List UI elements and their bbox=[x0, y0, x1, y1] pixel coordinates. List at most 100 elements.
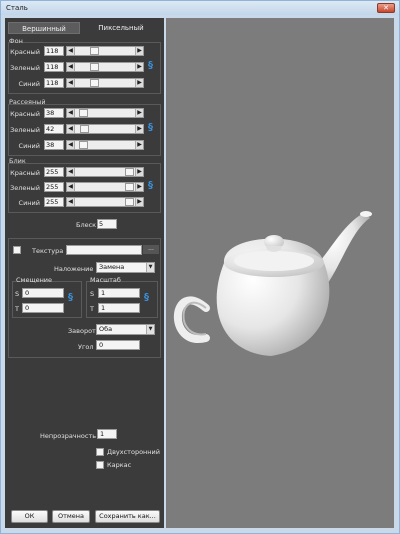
specular-green-value[interactable]: 255 bbox=[44, 182, 64, 192]
diffuse-blue-label: Синий bbox=[18, 142, 40, 150]
two-sided-checkbox[interactable] bbox=[96, 448, 104, 456]
preview-viewport[interactable] bbox=[166, 18, 394, 528]
arrow-left-icon[interactable]: ◀ bbox=[67, 141, 75, 149]
texture-path-input[interactable] bbox=[66, 245, 142, 255]
angle-input[interactable]: 0 bbox=[96, 340, 140, 350]
offset-t-input[interactable]: 0 bbox=[22, 303, 64, 313]
slider-thumb[interactable] bbox=[79, 109, 88, 117]
opacity-input[interactable]: 1 bbox=[97, 429, 117, 439]
background-red-slider[interactable]: ◀ ▶ bbox=[66, 46, 144, 56]
scale-t-input[interactable]: 1 bbox=[98, 303, 140, 313]
background-green-label: Зеленый bbox=[10, 64, 40, 72]
wrap-value: Оба bbox=[99, 325, 113, 333]
arrow-right-icon[interactable]: ▶ bbox=[135, 63, 143, 71]
diffuse-red-slider[interactable]: ◀ ▶ bbox=[66, 108, 144, 118]
overlay-select[interactable]: Замена ▼ bbox=[96, 262, 155, 273]
title-bar[interactable]: Сталь ✕ bbox=[1, 1, 399, 15]
overlay-value: Замена bbox=[99, 263, 125, 271]
wrap-select[interactable]: Оба ▼ bbox=[96, 324, 155, 335]
wireframe-label: Каркас bbox=[107, 461, 132, 469]
teapot-preview bbox=[173, 211, 372, 356]
chevron-down-icon[interactable]: ▼ bbox=[146, 325, 154, 334]
specular-red-slider[interactable]: ◀ ▶ bbox=[66, 167, 144, 177]
arrow-right-icon[interactable]: ▶ bbox=[135, 141, 143, 149]
background-green-slider[interactable]: ◀ ▶ bbox=[66, 62, 144, 72]
link-channels-icon[interactable]: § bbox=[148, 180, 153, 191]
save-as-button[interactable]: Сохранить как... bbox=[95, 510, 160, 523]
specular-red-label: Красный bbox=[10, 169, 40, 177]
shininess-value[interactable]: 5 bbox=[97, 219, 117, 229]
offset-s-label: S bbox=[15, 290, 20, 298]
arrow-left-icon[interactable]: ◀ bbox=[67, 47, 75, 55]
diffuse-blue-slider[interactable]: ◀ ▶ bbox=[66, 140, 144, 150]
arrow-right-icon[interactable]: ▶ bbox=[135, 183, 143, 191]
arrow-right-icon[interactable]: ▶ bbox=[135, 125, 143, 133]
link-scale-icon[interactable]: § bbox=[144, 292, 149, 303]
arrow-right-icon[interactable]: ▶ bbox=[135, 198, 143, 206]
scale-s-label: S bbox=[90, 290, 95, 298]
background-green-value[interactable]: 118 bbox=[44, 62, 64, 72]
cancel-button[interactable]: Отмена bbox=[52, 510, 90, 523]
shader-tabs: Вершинный Пиксельный bbox=[8, 22, 160, 34]
slider-thumb[interactable] bbox=[90, 79, 99, 87]
slider-thumb[interactable] bbox=[90, 47, 99, 55]
diffuse-red-value[interactable]: 38 bbox=[44, 108, 64, 118]
background-blue-value[interactable]: 118 bbox=[44, 78, 64, 88]
two-sided-label: Двухсторонний bbox=[107, 448, 160, 456]
link-channels-icon[interactable]: § bbox=[148, 60, 153, 71]
wrap-label: Заворот bbox=[68, 327, 96, 335]
tab-pixel[interactable]: Пиксельный bbox=[82, 22, 160, 34]
diffuse-blue-value[interactable]: 38 bbox=[44, 140, 64, 150]
slider-thumb[interactable] bbox=[125, 183, 134, 191]
slider-thumb[interactable] bbox=[80, 125, 89, 133]
offset-title: Смещение bbox=[16, 276, 53, 284]
scale-s-input[interactable]: 1 bbox=[98, 288, 140, 298]
background-blue-label: Синий bbox=[18, 80, 40, 88]
arrow-left-icon[interactable]: ◀ bbox=[67, 168, 75, 176]
background-red-label: Красный bbox=[10, 48, 40, 56]
slider-thumb[interactable] bbox=[125, 168, 134, 176]
link-offset-icon[interactable]: § bbox=[68, 292, 73, 303]
close-icon: ✕ bbox=[383, 4, 389, 12]
specular-green-slider[interactable]: ◀ ▶ bbox=[66, 182, 144, 192]
arrow-left-icon[interactable]: ◀ bbox=[67, 183, 75, 191]
specular-green-label: Зеленый bbox=[10, 184, 40, 192]
diffuse-green-value[interactable]: 42 bbox=[44, 124, 64, 134]
arrow-right-icon[interactable]: ▶ bbox=[135, 109, 143, 117]
slider-thumb[interactable] bbox=[125, 198, 134, 206]
arrow-left-icon[interactable]: ◀ bbox=[67, 109, 75, 117]
arrow-left-icon[interactable]: ◀ bbox=[67, 79, 75, 87]
offset-s-input[interactable]: 0 bbox=[22, 288, 64, 298]
shininess-label: Блеск bbox=[76, 221, 97, 229]
window-title: Сталь bbox=[6, 4, 28, 12]
arrow-left-icon[interactable]: ◀ bbox=[67, 125, 75, 133]
specular-blue-slider[interactable]: ◀ ▶ bbox=[66, 197, 144, 207]
specular-red-value[interactable]: 255 bbox=[44, 167, 64, 177]
arrow-left-icon[interactable]: ◀ bbox=[67, 198, 75, 206]
scale-t-label: T bbox=[90, 305, 94, 313]
wireframe-checkbox[interactable] bbox=[96, 461, 104, 469]
texture-checkbox[interactable] bbox=[13, 246, 21, 254]
background-blue-slider[interactable]: ◀ ▶ bbox=[66, 78, 144, 88]
opacity-label: Непрозрачность bbox=[40, 432, 97, 440]
background-red-value[interactable]: 118 bbox=[44, 46, 64, 56]
diffuse-green-slider[interactable]: ◀ ▶ bbox=[66, 124, 144, 134]
arrow-right-icon[interactable]: ▶ bbox=[135, 79, 143, 87]
texture-browse-button[interactable]: ... bbox=[143, 245, 159, 254]
ok-button[interactable]: ОК bbox=[11, 510, 48, 523]
close-button[interactable]: ✕ bbox=[377, 3, 395, 13]
slider-thumb[interactable] bbox=[79, 141, 88, 149]
arrow-left-icon[interactable]: ◀ bbox=[67, 63, 75, 71]
angle-label: Угол bbox=[78, 343, 94, 351]
tab-vertex[interactable]: Вершинный bbox=[8, 22, 80, 34]
specular-blue-value[interactable]: 255 bbox=[44, 197, 64, 207]
diffuse-red-label: Красный bbox=[10, 110, 40, 118]
diffuse-group-title: Рассеяный bbox=[9, 98, 46, 106]
chevron-down-icon[interactable]: ▼ bbox=[146, 263, 154, 272]
diffuse-green-label: Зеленый bbox=[10, 126, 40, 134]
arrow-right-icon[interactable]: ▶ bbox=[135, 168, 143, 176]
link-channels-icon[interactable]: § bbox=[148, 122, 153, 133]
slider-thumb[interactable] bbox=[90, 63, 99, 71]
scale-title: Масштаб bbox=[90, 276, 121, 284]
arrow-right-icon[interactable]: ▶ bbox=[135, 47, 143, 55]
